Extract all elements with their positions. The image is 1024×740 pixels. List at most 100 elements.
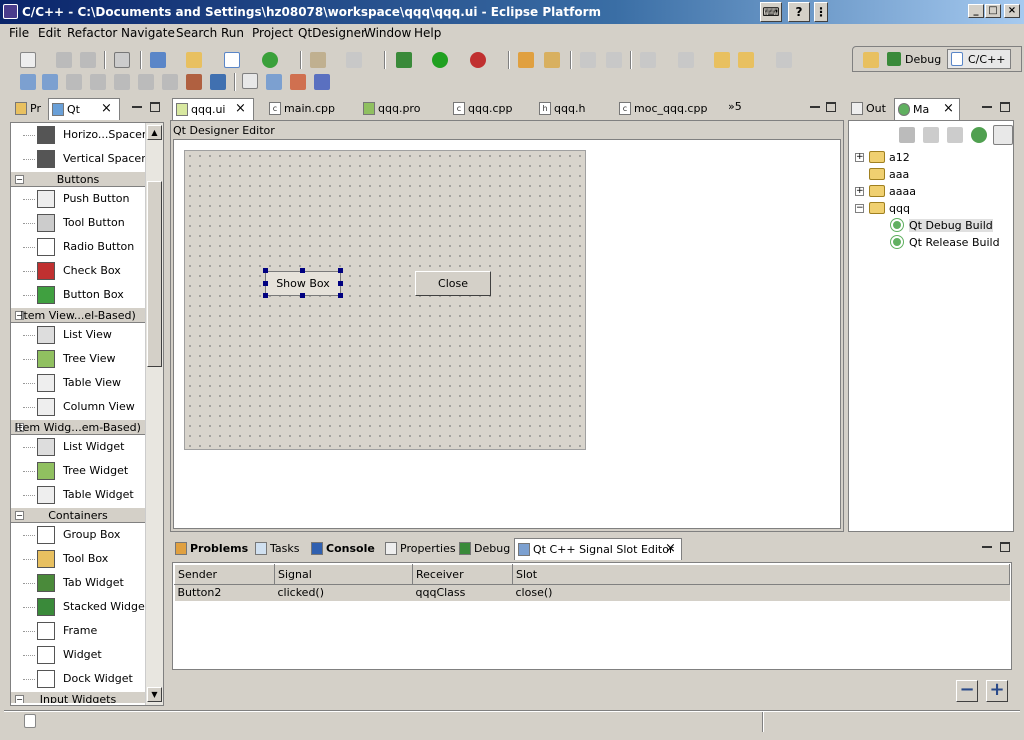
column-header[interactable]: Receiver <box>412 564 513 585</box>
menu-search[interactable]: Search <box>176 26 217 40</box>
layout-grid-icon[interactable] <box>162 74 178 90</box>
layout-vertical-icon[interactable] <box>90 74 106 90</box>
new-project-icon[interactable] <box>262 52 278 68</box>
palette-item[interactable]: Table View <box>11 371 145 395</box>
form-widget[interactable]: Show Box Close <box>184 150 586 450</box>
prev-annotation-icon[interactable] <box>678 52 694 68</box>
palette-category[interactable]: − Item View...el-Based) <box>11 307 145 323</box>
maximize-editor-icon[interactable] <box>826 102 836 112</box>
run-external-icon[interactable] <box>470 52 486 68</box>
palette-category[interactable]: − Item Widg...em-Based) <box>11 419 145 435</box>
tab-problems[interactable]: Problems <box>172 538 252 560</box>
palette-item[interactable]: Radio Button <box>11 235 145 259</box>
layout-vsplit-icon[interactable] <box>138 74 154 90</box>
palette-item[interactable]: Button Box <box>11 283 145 307</box>
resize-handle[interactable] <box>300 293 305 298</box>
palette-item[interactable]: Horizo...Spacer <box>11 123 145 147</box>
tab-order-icon[interactable] <box>314 74 330 90</box>
add-connection-button[interactable]: + <box>986 680 1008 702</box>
run-icon[interactable] <box>432 52 448 68</box>
palette-scrollbar[interactable]: ▲ ▼ <box>145 123 163 705</box>
table-cell[interactable]: close() <box>512 584 1010 601</box>
more-tabs-button[interactable]: »5 <box>728 100 742 113</box>
tree-build-target[interactable]: Qt Debug Build <box>849 217 1013 234</box>
connection-row[interactable]: Button2 clicked() qqqClass close() <box>174 584 1010 601</box>
palette-item[interactable]: Dock Widget <box>11 667 145 691</box>
open-type-icon[interactable] <box>518 52 534 68</box>
adjust-size-icon[interactable] <box>210 74 226 90</box>
menu-file[interactable]: File <box>9 26 29 40</box>
palette-item[interactable]: Table Widget <box>11 483 145 507</box>
menu-help[interactable]: Help <box>414 26 441 40</box>
tab-properties[interactable]: Properties <box>382 538 462 560</box>
search-icon[interactable] <box>544 52 560 68</box>
palette-item[interactable]: Check Box <box>11 259 145 283</box>
tab-signal-slot-editor[interactable]: Qt C++ Signal Slot Editor × <box>514 538 682 560</box>
print-icon[interactable] <box>80 52 96 68</box>
tree-build-target[interactable]: Qt Release Build <box>849 234 1013 251</box>
close-tab-icon[interactable]: × <box>235 101 246 116</box>
binary-icon[interactable] <box>114 52 130 68</box>
palette-item[interactable]: List View <box>11 323 145 347</box>
fast-view-icon[interactable] <box>24 714 36 728</box>
tab-moc-qqq-cpp[interactable]: c moc_qqq.cpp <box>616 98 716 120</box>
layout-horizontal-icon[interactable] <box>66 74 82 90</box>
menu-project[interactable]: Project <box>252 26 293 40</box>
expand-icon[interactable]: − <box>855 204 864 213</box>
expand-icon[interactable]: + <box>855 187 864 196</box>
back-icon[interactable] <box>738 52 754 68</box>
palette-item[interactable]: Vertical Spacer <box>11 147 145 171</box>
palette-category[interactable]: − Buttons <box>11 171 145 187</box>
close-tab-icon[interactable]: × <box>943 101 954 116</box>
keyboard-icon[interactable]: ⌨ <box>760 2 782 22</box>
toggle-mark-icon[interactable] <box>580 52 596 68</box>
minimize-view-icon[interactable] <box>132 106 142 108</box>
resize-handle[interactable] <box>338 281 343 286</box>
widget-mode-icon[interactable] <box>242 73 258 89</box>
menu-edit[interactable]: Edit <box>38 26 61 40</box>
cpp-perspective-button[interactable]: C/C++ <box>947 49 1011 69</box>
last-edit-icon[interactable] <box>714 52 730 68</box>
layout-hsplit-icon[interactable] <box>114 74 130 90</box>
maximize-view-icon[interactable] <box>1000 102 1010 112</box>
minimize-editor-icon[interactable] <box>810 106 820 108</box>
home-icon[interactable] <box>899 127 915 143</box>
palette-item[interactable]: List Widget <box>11 435 145 459</box>
palette-item[interactable]: Widget <box>11 643 145 667</box>
save-icon[interactable] <box>56 52 72 68</box>
table-cell[interactable]: qqqClass <box>412 584 513 601</box>
build-icon[interactable] <box>310 52 326 68</box>
maximize-button[interactable]: □ <box>985 4 1001 18</box>
tab-outline[interactable]: Out <box>848 98 894 120</box>
edit-widgets-icon[interactable] <box>20 74 36 90</box>
more-icon[interactable]: ⋮ <box>814 2 828 22</box>
forward-nav-icon[interactable] <box>947 127 963 143</box>
remove-connection-button[interactable]: − <box>956 680 978 702</box>
tab-qqq-ui[interactable]: qqq.ui × <box>172 98 254 120</box>
close-tab-icon[interactable]: × <box>665 541 676 556</box>
tab-project-explorer[interactable]: Pr <box>12 98 48 120</box>
forward-icon[interactable] <box>776 52 792 68</box>
tab-qqq-cpp[interactable]: c qqq.cpp <box>450 98 530 120</box>
menu-qtdesigner[interactable]: QtDesigner <box>298 26 366 40</box>
tree-project-node[interactable]: aaa <box>849 166 1013 183</box>
minimize-view-icon[interactable] <box>982 106 992 108</box>
menu-navigate[interactable]: Navigate <box>121 26 175 40</box>
palette-item[interactable]: Tab Widget <box>11 571 145 595</box>
minimize-view-icon[interactable] <box>982 546 992 548</box>
palette-category[interactable]: − Containers <box>11 507 145 523</box>
help-icon[interactable]: ? <box>788 2 810 22</box>
new-icon[interactable] <box>20 52 36 68</box>
tree-project-node[interactable]: + aaaa <box>849 183 1013 200</box>
build-all-icon[interactable] <box>346 52 362 68</box>
close-form-button[interactable]: Close <box>415 271 491 296</box>
palette-item[interactable]: Frame <box>11 619 145 643</box>
tab-main-cpp[interactable]: c main.cpp <box>266 98 356 120</box>
palette-item[interactable]: Push Button <box>11 187 145 211</box>
resize-handle[interactable] <box>263 281 268 286</box>
tab-qt-widgets[interactable]: Qt × <box>48 98 120 120</box>
resize-handle[interactable] <box>338 293 343 298</box>
hide-empty-folders-icon[interactable] <box>993 125 1013 145</box>
close-tab-icon[interactable]: × <box>101 101 112 116</box>
close-window-button[interactable]: × <box>1004 4 1020 18</box>
